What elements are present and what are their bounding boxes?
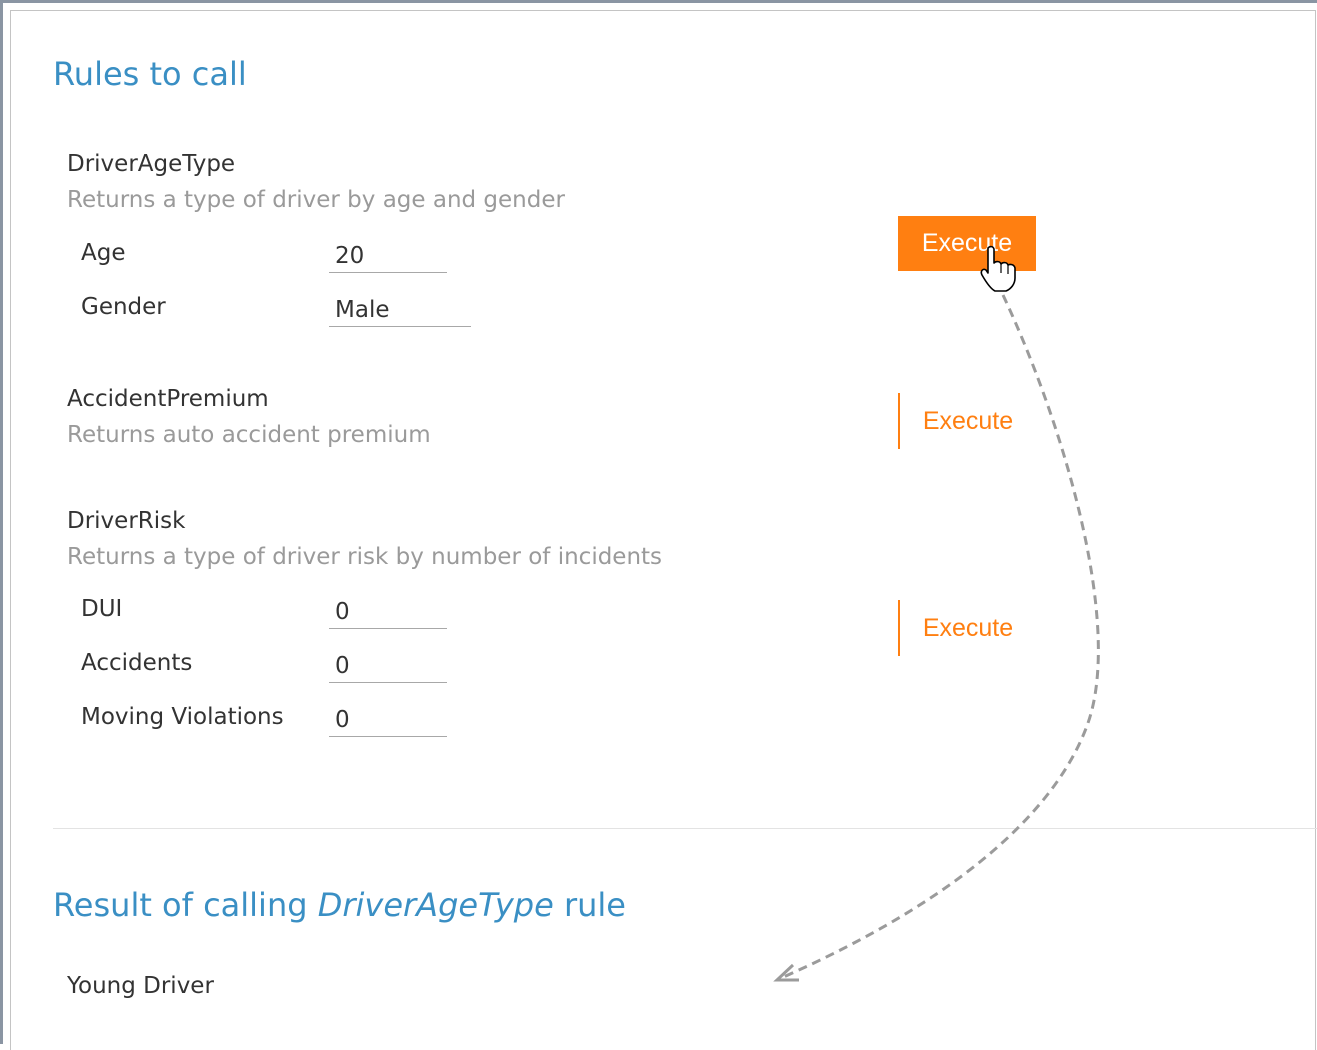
- result-value: Young Driver: [67, 973, 214, 999]
- rule-description-driver-age-type: Returns a type of driver by age and gend…: [67, 187, 565, 213]
- accidents-input[interactable]: [329, 649, 447, 683]
- param-label-gender: Gender: [81, 294, 166, 320]
- age-input[interactable]: [329, 239, 447, 273]
- rule-description-driver-risk: Returns a type of driver risk by number …: [67, 544, 663, 570]
- gender-input[interactable]: [329, 293, 471, 327]
- execute-driver-risk-button[interactable]: Execute: [898, 600, 1036, 656]
- execute-accident-premium-button[interactable]: Execute: [898, 393, 1036, 449]
- param-label-dui: DUI: [81, 596, 123, 622]
- rules-section-title: Rules to call: [53, 55, 247, 93]
- rule-name-driver-risk: DriverRisk: [67, 508, 186, 534]
- result-section-title: Result of calling DriverAgeType rule: [53, 886, 626, 924]
- result-title-prefix: Result of calling: [53, 886, 318, 924]
- section-divider: [53, 828, 1317, 829]
- result-title-suffix: rule: [553, 886, 626, 924]
- app-frame: Rules to call DriverAgeType Returns a ty…: [0, 0, 1317, 1050]
- result-title-rule-name: DriverAgeType: [317, 886, 554, 924]
- param-label-moving-violations: Moving Violations: [81, 704, 284, 730]
- execute-driver-age-type-button[interactable]: Execute: [898, 216, 1036, 271]
- rule-description-accident-premium: Returns auto accident premium: [67, 422, 431, 448]
- rule-name-accident-premium: AccidentPremium: [67, 386, 269, 412]
- param-label-age: Age: [81, 240, 126, 266]
- moving-violations-input[interactable]: [329, 703, 447, 737]
- param-label-accidents: Accidents: [81, 650, 193, 676]
- rule-name-driver-age-type: DriverAgeType: [67, 151, 236, 177]
- dui-input[interactable]: [329, 595, 447, 629]
